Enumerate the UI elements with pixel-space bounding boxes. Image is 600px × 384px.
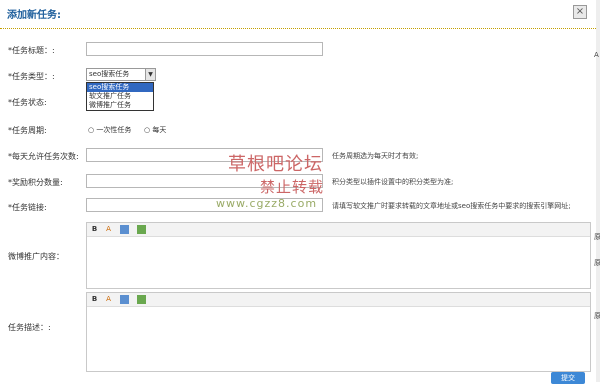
dialog-title: 添加新任务:	[7, 10, 61, 21]
reward-label: *奖励积分数量:	[8, 178, 63, 187]
watermark-line: 草根吧论坛	[228, 154, 323, 175]
editor-toolbar: B A	[87, 293, 590, 307]
task-link-hint: 请填写软文推广时要求转载的文章地址或seo搜索任务中要求的搜索引擎网址;	[332, 202, 571, 210]
task-type-selected-value: seo搜索任务	[89, 70, 130, 78]
cycle-daily-label: 每天	[152, 126, 167, 134]
task-status-label: *任务状态:	[8, 98, 47, 107]
image-icon[interactable]	[120, 225, 129, 234]
bold-icon[interactable]: B	[90, 295, 99, 304]
task-type-option[interactable]: seo搜索任务	[87, 83, 153, 92]
bold-icon[interactable]: B	[90, 225, 99, 234]
edge-text: A	[594, 51, 599, 59]
task-desc-label: 任务描述：:	[8, 323, 51, 332]
task-type-option[interactable]: 软文推广任务	[87, 92, 153, 101]
chevron-down-icon[interactable]: ▼	[145, 69, 155, 80]
task-type-option[interactable]: 微博推广任务	[87, 101, 153, 110]
cycle-once-label: 一次性任务	[96, 126, 132, 134]
watermark-line: 禁止转载	[260, 178, 325, 196]
cycle-daily-radio[interactable]: ○ 每天	[144, 125, 166, 135]
submit-button[interactable]: 提交	[551, 372, 585, 384]
task-title-input[interactable]	[86, 42, 323, 56]
daily-limit-hint: 任务周期选为每天时才有效;	[332, 152, 419, 160]
reward-hint: 积分类型以插件设置中的积分类型为准;	[332, 178, 454, 186]
task-link-label: *任务链接:	[8, 203, 47, 212]
add-task-dialog: 添加新任务: × *任务标题：: *任务类型：: seo搜索任务 ▼ seo搜索…	[0, 0, 600, 384]
weibo-content-label: 微博推广内容：	[8, 252, 64, 261]
editor-toolbar: B A	[87, 223, 590, 237]
link-icon[interactable]	[137, 225, 146, 234]
task-type-select[interactable]: seo搜索任务 ▼	[86, 68, 156, 81]
daily-limit-label: *每天允许任务次数:	[8, 152, 79, 161]
task-type-label: *任务类型：:	[8, 72, 55, 81]
edge-text: 原	[594, 312, 600, 320]
cycle-once-radio[interactable]: ○ 一次性任务	[88, 125, 131, 135]
edge-text: 原	[594, 233, 600, 241]
link-icon[interactable]	[137, 295, 146, 304]
task-desc-editor[interactable]: B A	[86, 292, 591, 372]
image-icon[interactable]	[120, 295, 129, 304]
watermark-text: 草根吧论坛 禁止转载 www.cgzz8.com	[216, 150, 325, 210]
text-color-icon[interactable]: A	[104, 295, 113, 304]
task-cycle-label: *任务周期:	[8, 126, 47, 135]
text-color-icon[interactable]: A	[104, 225, 113, 234]
dialog-titlebar: 添加新任务: ×	[0, 0, 600, 26]
close-icon[interactable]: ×	[573, 5, 587, 19]
weibo-content-editor[interactable]: B A	[86, 222, 591, 289]
title-divider	[0, 28, 596, 29]
task-title-label: *任务标题：:	[8, 46, 55, 55]
watermark-line: www.cgzz8.com	[216, 197, 318, 210]
edge-text: 原	[594, 259, 600, 267]
task-type-dropdown: seo搜索任务 软文推广任务 微博推广任务	[86, 82, 154, 111]
